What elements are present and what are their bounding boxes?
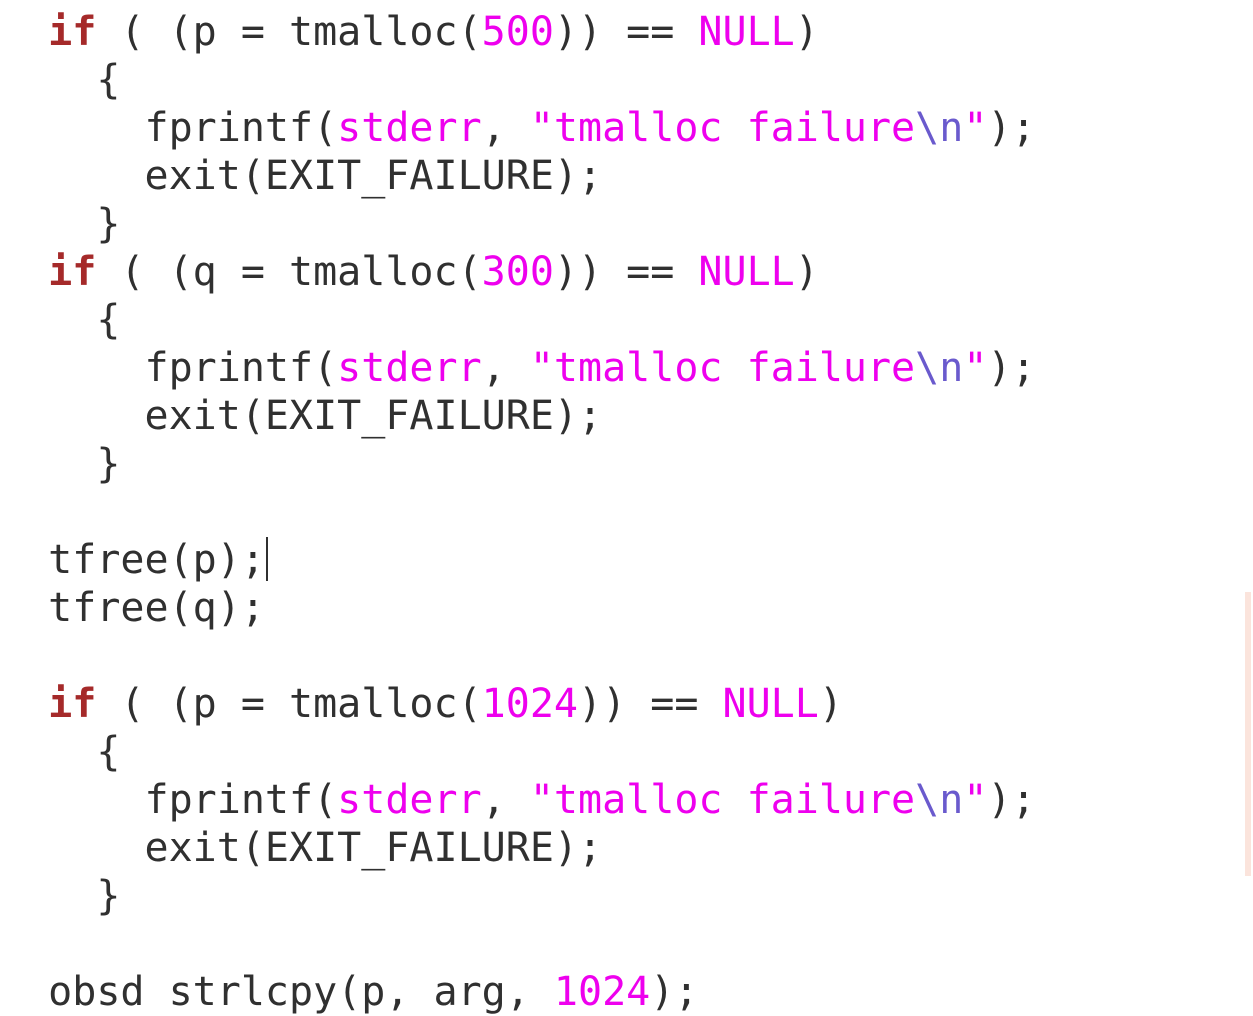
code-token: );	[650, 969, 699, 1015]
code-line[interactable]: {	[0, 728, 1036, 776]
code-token: ,	[481, 105, 530, 151]
code-line[interactable]: fprintf(stderr, "tmalloc failure\n");	[0, 776, 1036, 824]
text-cursor	[265, 537, 268, 581]
literal-token: 1024	[553, 969, 651, 1015]
literal-token: 1024	[481, 681, 578, 727]
literal-token: "	[963, 777, 988, 823]
code-line[interactable]	[0, 920, 1036, 968]
literal-token: "	[963, 345, 988, 391]
code-token: }	[96, 873, 121, 919]
code-token: ( (p = tmalloc(	[96, 681, 482, 727]
literal-token: "tmalloc failure	[529, 345, 916, 391]
code-token: fprintf(	[144, 105, 338, 151]
keyword-token: if	[48, 681, 97, 727]
code-line[interactable]: }	[0, 440, 1036, 488]
code-line[interactable]: tfree(q);	[0, 584, 1036, 632]
code-line[interactable]: {	[0, 296, 1036, 344]
code-line[interactable]: {	[0, 56, 1036, 104]
code-line[interactable]: exit(EXIT_FAILURE);	[0, 824, 1036, 872]
code-token: ( (p = tmalloc(	[96, 9, 482, 55]
code-token: )	[794, 249, 819, 295]
literal-token: \n	[915, 777, 964, 823]
code-token: exit(EXIT_FAILURE);	[144, 825, 603, 871]
code-token: obsd strlcpy(p, arg,	[48, 969, 554, 1015]
code-token: {	[96, 729, 121, 775]
literal-token: NULL	[722, 681, 819, 727]
code-token: ,	[481, 777, 530, 823]
code-editor[interactable]: if ( (p = tmalloc(500)) == NULL) { fprin…	[0, 0, 1253, 1016]
code-token: fprintf(	[144, 345, 338, 391]
code-line[interactable]: if ( (q = tmalloc(300)) == NULL)	[0, 248, 1036, 296]
code-line[interactable]: }	[0, 200, 1036, 248]
code-token: )) ==	[553, 249, 699, 295]
literal-token: "	[963, 105, 988, 151]
code-token: );	[987, 777, 1036, 823]
code-token: ( (q = tmalloc(	[96, 249, 482, 295]
code-line[interactable]: exit(EXIT_FAILURE);	[0, 152, 1036, 200]
code-token: );	[987, 105, 1036, 151]
code-line[interactable]: exit(EXIT_FAILURE);	[0, 392, 1036, 440]
code-token: tfree(q);	[48, 585, 265, 631]
keyword-token: if	[48, 249, 97, 295]
code-token: {	[96, 57, 121, 103]
code-line[interactable]: tfree(p);	[0, 536, 1036, 584]
code-line[interactable]: if ( (p = tmalloc(500)) == NULL)	[0, 8, 1036, 56]
code-token: exit(EXIT_FAILURE);	[144, 153, 603, 199]
code-token: )	[794, 9, 819, 55]
literal-token: stderr	[337, 345, 482, 391]
literal-token: 300	[481, 249, 554, 295]
code-line[interactable]: }	[0, 872, 1036, 920]
code-line[interactable]	[0, 632, 1036, 680]
literal-token: NULL	[698, 9, 795, 55]
literal-token: \n	[915, 345, 964, 391]
literal-token: "tmalloc failure	[529, 777, 916, 823]
code-token: {	[96, 297, 121, 343]
code-token: exit(EXIT_FAILURE);	[144, 393, 603, 439]
code-token: }	[96, 441, 121, 487]
code-line[interactable]: obsd strlcpy(p, arg, 1024);	[0, 968, 1036, 1016]
code-token: ,	[481, 345, 530, 391]
code-line[interactable]: if ( (p = tmalloc(1024)) == NULL)	[0, 680, 1036, 728]
literal-token: stderr	[337, 777, 482, 823]
code-token: )) ==	[577, 681, 723, 727]
code-token: fprintf(	[144, 777, 338, 823]
code-line[interactable]: fprintf(stderr, "tmalloc failure\n");	[0, 344, 1036, 392]
literal-token: \n	[915, 105, 964, 151]
literal-token: "tmalloc failure	[529, 105, 916, 151]
code-token: tfree(p);	[48, 537, 265, 583]
code-line[interactable]	[0, 488, 1036, 536]
code-token: }	[96, 201, 121, 247]
scrollbar-marker[interactable]	[1245, 592, 1251, 876]
code-line[interactable]: fprintf(stderr, "tmalloc failure\n");	[0, 104, 1036, 152]
literal-token: stderr	[337, 105, 482, 151]
keyword-token: if	[48, 9, 97, 55]
code-token: )) ==	[553, 9, 699, 55]
literal-token: NULL	[698, 249, 795, 295]
code-token: )	[818, 681, 843, 727]
code-area[interactable]: if ( (p = tmalloc(500)) == NULL) { fprin…	[0, 8, 1036, 1016]
literal-token: 500	[481, 9, 554, 55]
code-token: );	[987, 345, 1036, 391]
